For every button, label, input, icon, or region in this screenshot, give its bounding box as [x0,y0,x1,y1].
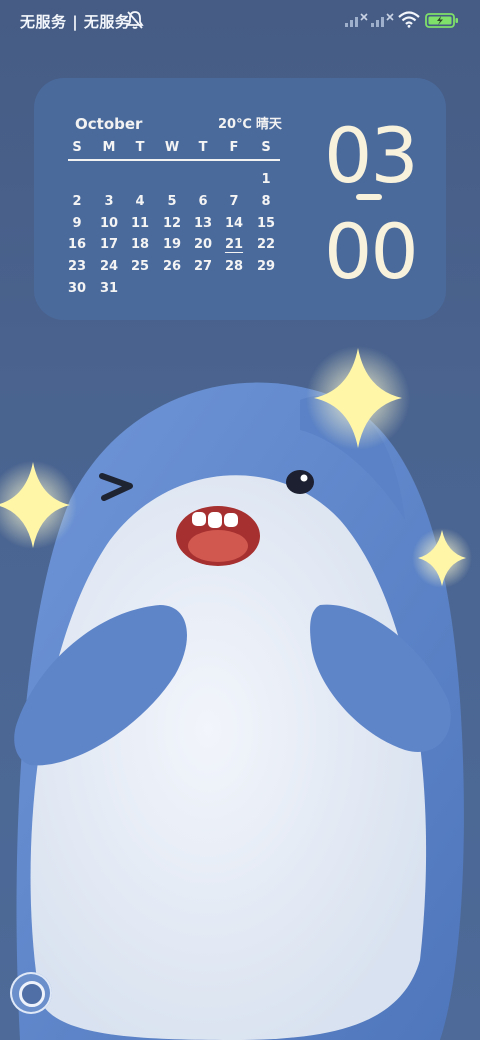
calendar-divider [68,159,280,161]
calendar-day: 24 [99,259,119,274]
calendar-month: October [75,115,143,133]
temperature: 20℃ [218,117,252,132]
clock-separator [356,194,382,200]
assistive-touch-icon [19,981,45,1007]
calendar-day: 20 [193,237,213,252]
weekday-label: T [135,140,145,155]
carrier-text: 无服务 | 无服务 [20,13,131,31]
calendar-day: 4 [135,194,145,209]
clock-hour: 03 [324,111,419,200]
calendar-day: 28 [224,259,244,274]
weekday-label: S [72,140,82,155]
sparkle-icon [412,528,472,588]
calendar-week: 23 24 25 26 27 28 29 [64,259,284,279]
calendar-week: 30 31 [64,281,284,301]
status-bar: 无服务 | 无服务 [0,0,480,42]
calendar-day: 15 [256,216,276,231]
weekday-label: T [198,140,208,155]
calendar-day: 27 [193,259,213,274]
calendar-day: 23 [67,259,87,274]
calendar-day: 29 [256,259,276,274]
calendar-day: 25 [130,259,150,274]
signal-x-icon [345,13,368,27]
weekday-header: S M T W T F S [64,140,284,160]
calendar-week: 9 10 11 12 13 14 15 [64,216,284,236]
wallpaper-art [0,346,472,1040]
calendar-day: 11 [130,216,150,231]
calendar-day: 26 [162,259,182,274]
calendar-day: 14 [224,216,244,231]
weekday-label: S [261,140,271,155]
signal-x-icon [371,13,394,27]
calendar-week: 1 [64,172,284,192]
calendar-day: 10 [99,216,119,231]
calendar-week: 16 17 18 19 20 21 22 [64,237,284,257]
wifi-icon [398,11,420,28]
weekday-label: W [164,140,180,155]
calendar-day: 18 [130,237,150,252]
calendar-day: 2 [72,194,82,209]
calendar-day: 17 [99,237,119,252]
calendar-day: 13 [193,216,213,231]
calendar-day: 30 [67,281,87,296]
shark-plush-icon [14,382,464,1040]
calendar-day: 5 [167,194,177,209]
calendar-day: 6 [198,194,208,209]
clock-minute: 00 [324,207,419,296]
calendar-day: 7 [229,194,239,209]
calendar-day: 1 [261,172,271,187]
calendar-day: 31 [99,281,119,296]
calendar-day: 22 [256,237,276,252]
calendar-day: 16 [67,237,87,252]
calendar-day: 8 [261,194,271,209]
weekday-label: M [102,140,116,155]
assistive-touch-button[interactable] [10,972,52,1014]
calendar-week: 2 3 4 5 6 7 8 [64,194,284,214]
weekday-label: F [229,140,239,155]
calendar-day: 9 [72,216,82,231]
calendar-day-today: 21 [224,237,244,252]
calendar-day: 12 [162,216,182,231]
weather-info: 20℃ 晴天 [218,113,286,132]
calendar-day: 19 [162,237,182,252]
calendar-clock-widget[interactable]: October 20℃ 晴天 S M T W T F S 1 2 3 4 5 6 … [34,78,446,320]
battery-charging-icon [425,13,458,28]
weather-condition: 晴天 [255,117,282,132]
calendar-day: 3 [104,194,114,209]
sparkle-icon [306,346,410,450]
bell-muted-icon [126,11,144,29]
